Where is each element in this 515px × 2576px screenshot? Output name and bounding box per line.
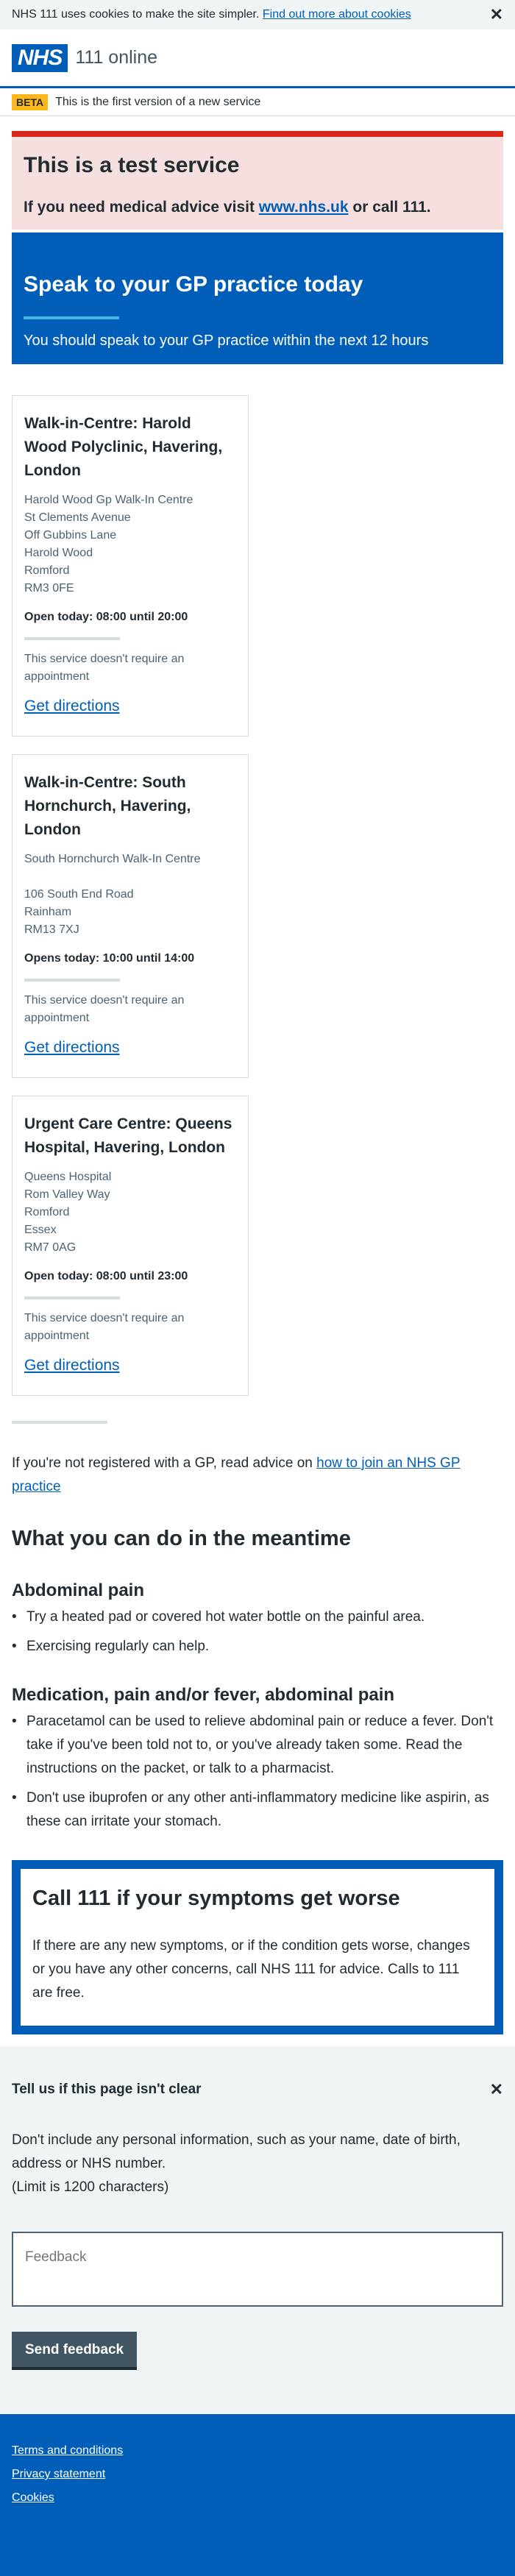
phase-banner: BETA This is the first version of a new … xyxy=(0,88,515,116)
site-header: NHS 111 online xyxy=(0,29,515,88)
meantime-heading: What you can do in the meantime xyxy=(12,1527,351,1550)
advice-item: Try a heated pad or covered hot water bo… xyxy=(12,1605,503,1629)
service-card: Walk-in-Centre: South Hornchurch, Haveri… xyxy=(12,754,249,1078)
test-banner-text: If you need medical advice visit www.nhs… xyxy=(24,199,491,216)
advice-list: Paracetamol can be used to relieve abdom… xyxy=(12,1710,503,1834)
appointment-note: This service doesn't require an appointm… xyxy=(24,994,185,1024)
care-card-text: You should speak to your GP practice wit… xyxy=(24,333,429,349)
service-card: Walk-in-Centre: Harold Wood Polyclinic, … xyxy=(12,395,249,737)
service-title: Walk-in-Centre: South Hornchurch, Haveri… xyxy=(24,774,191,838)
nhs-logo[interactable]: NHS xyxy=(12,43,68,72)
advice-list: Try a heated pad or covered hot water bo… xyxy=(12,1605,503,1658)
feedback-title: Tell us if this page isn't clear xyxy=(12,2082,202,2097)
address-line: Rainham xyxy=(24,906,72,918)
address-line: Romford xyxy=(24,564,70,577)
care-card-divider xyxy=(24,316,119,319)
service-name: 111 online xyxy=(75,47,158,68)
feedback-limit: (Limit is 1200 characters) xyxy=(12,2179,169,2195)
main-content: This is a test service If you need medic… xyxy=(0,131,515,2034)
service-list: Walk-in-Centre: Harold Wood Polyclinic, … xyxy=(12,395,503,1396)
care-card-title: Speak to your GP practice today xyxy=(24,272,363,297)
terms-link[interactable]: Terms and conditions xyxy=(12,2439,503,2463)
cookie-info-link[interactable]: Find out more about cookies xyxy=(263,8,411,21)
cookie-message: NHS 111 uses cookies to make the site si… xyxy=(12,8,411,21)
callout-title: Call 111 if your symptoms get worse xyxy=(32,1887,400,1910)
gp-registration-advice: If you're not registered with a GP, read… xyxy=(12,1452,503,1499)
appointment-note: This service doesn't require an appointm… xyxy=(24,653,185,683)
address-line: Queens Hospital xyxy=(24,1171,112,1183)
beta-tag: BETA xyxy=(12,93,49,110)
card-divider xyxy=(24,1296,120,1299)
card-divider xyxy=(24,637,120,640)
address-spacer xyxy=(24,868,236,886)
test-banner-title: This is a test service xyxy=(24,153,240,177)
get-directions-link[interactable]: Get directions xyxy=(24,698,120,715)
feedback-panel: Tell us if this page isn't clear ✕ Don't… xyxy=(0,2046,515,2414)
appointment-note: This service doesn't require an appointm… xyxy=(24,1312,185,1342)
phase-text: This is the first version of a new servi… xyxy=(55,95,261,108)
advice-item: Paracetamol can be used to relieve abdom… xyxy=(12,1710,503,1781)
address-line: RM3 0FE xyxy=(24,582,74,595)
callout-text: If there are any new symptoms, or if the… xyxy=(32,1938,470,2001)
care-card: Speak to your GP practice today You shou… xyxy=(12,233,503,364)
cookies-link[interactable]: Cookies xyxy=(12,2486,503,2510)
section-divider xyxy=(12,1421,107,1424)
close-icon[interactable]: ✕ xyxy=(490,7,503,23)
feedback-input[interactable] xyxy=(12,2232,503,2307)
address-line: Rom Valley Way xyxy=(24,1188,110,1201)
address-line: Off Gubbins Lane xyxy=(24,529,117,542)
address-line: Harold Wood xyxy=(24,547,93,559)
opening-times: Open today: 08:00 until 23:00 xyxy=(24,1270,188,1282)
advice-heading: Abdominal pain xyxy=(12,1580,144,1600)
address-line: Romford xyxy=(24,1206,70,1218)
address-line: Harold Wood Gp Walk-In Centre xyxy=(24,494,193,506)
nhs-website-link[interactable]: www.nhs.uk xyxy=(259,199,349,216)
privacy-link[interactable]: Privacy statement xyxy=(12,2463,503,2486)
cookie-banner: NHS 111 uses cookies to make the site si… xyxy=(0,0,515,29)
advice-heading: Medication, pain and/or fever, abdominal… xyxy=(12,1685,395,1705)
close-icon[interactable]: ✕ xyxy=(490,2080,503,2099)
worsening-symptoms-callout: Call 111 if your symptoms get worse If t… xyxy=(12,1860,503,2034)
get-directions-link[interactable]: Get directions xyxy=(24,1039,120,1057)
test-service-banner: This is a test service If you need medic… xyxy=(12,131,503,230)
address-line: RM13 7XJ xyxy=(24,923,79,936)
get-directions-link[interactable]: Get directions xyxy=(24,1357,120,1374)
feedback-instructions: Don't include any personal information, … xyxy=(12,2132,461,2171)
address-line: South Hornchurch Walk-In Centre xyxy=(24,853,201,865)
send-feedback-button[interactable]: Send feedback xyxy=(12,2332,138,2370)
address-line: Essex xyxy=(24,1224,57,1236)
advice-item: Exercising regularly can help. xyxy=(12,1635,503,1658)
service-title: Walk-in-Centre: Harold Wood Polyclinic, … xyxy=(24,415,223,479)
feedback-header: Tell us if this page isn't clear ✕ xyxy=(12,2080,503,2099)
address-line: RM7 0AG xyxy=(24,1241,77,1254)
opening-times: Open today: 08:00 until 20:00 xyxy=(24,611,188,623)
gp-advice-text: If you're not registered with a GP, read… xyxy=(12,1455,317,1471)
advice-item: Don't use ibuprofen or any other anti-in… xyxy=(12,1786,503,1834)
address-line: St Clements Avenue xyxy=(24,511,131,524)
card-divider xyxy=(24,979,120,982)
service-card: Urgent Care Centre: Queens Hospital, Hav… xyxy=(12,1096,249,1396)
cookie-text: NHS 111 uses cookies to make the site si… xyxy=(12,8,260,21)
test-banner-text-before: If you need medical advice visit xyxy=(24,199,259,216)
opening-times: Opens today: 10:00 until 14:00 xyxy=(24,952,195,965)
address-line: 106 South End Road xyxy=(24,888,134,901)
test-banner-text-after: or call 111. xyxy=(348,199,431,216)
service-title: Urgent Care Centre: Queens Hospital, Hav… xyxy=(24,1115,232,1156)
site-footer: Terms and conditions Privacy statement C… xyxy=(0,2414,515,2576)
